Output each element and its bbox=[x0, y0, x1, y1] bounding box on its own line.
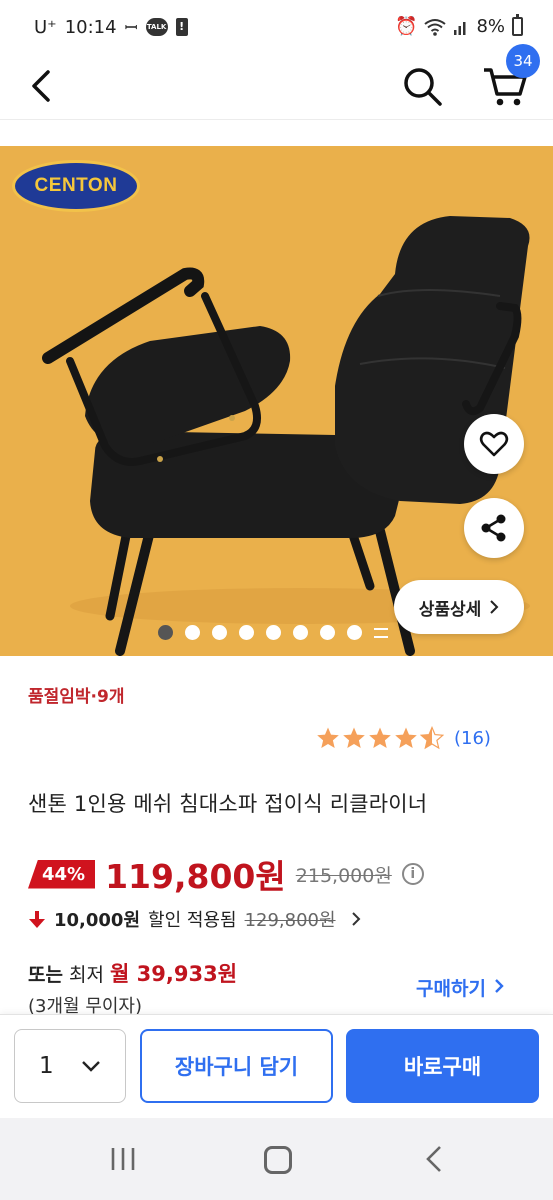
carousel-dot[interactable] bbox=[185, 625, 200, 640]
purchase-link[interactable]: 구매하기 bbox=[416, 974, 505, 1001]
status-time: 10:14 bbox=[64, 16, 117, 38]
home-icon[interactable] bbox=[264, 1146, 292, 1174]
brand-logo: CENTON bbox=[12, 160, 140, 212]
chevron-right-icon bbox=[351, 912, 360, 926]
chevron-down-icon bbox=[82, 1061, 100, 1072]
alarm-icon: ⏰ bbox=[395, 16, 418, 37]
cart-count-badge: 34 bbox=[506, 44, 540, 78]
system-navigation-bar bbox=[0, 1118, 553, 1200]
star-icon bbox=[317, 727, 339, 748]
back-icon bbox=[32, 70, 50, 102]
coupon-original-price: 129,800원 bbox=[244, 910, 336, 931]
carousel-more-icon bbox=[374, 626, 388, 640]
info-icon[interactable]: i bbox=[401, 863, 424, 885]
carousel-dot[interactable] bbox=[320, 625, 335, 640]
rating[interactable]: (16) bbox=[316, 726, 491, 750]
chevron-right-icon bbox=[490, 600, 499, 614]
battery-percent: 8% bbox=[476, 16, 505, 37]
system-back-icon[interactable] bbox=[420, 1144, 448, 1174]
back-button[interactable] bbox=[22, 62, 62, 108]
recent-apps-icon[interactable] bbox=[108, 1146, 138, 1172]
star-icon bbox=[343, 727, 365, 748]
product-detail-button[interactable]: 상품상세 bbox=[394, 580, 524, 634]
star-icon bbox=[395, 727, 417, 748]
chevron-right-icon bbox=[494, 979, 504, 993]
price-row: 44% 119,800원 215,000원 i bbox=[28, 850, 424, 898]
carousel-dot[interactable] bbox=[158, 625, 173, 640]
share-button[interactable] bbox=[464, 498, 524, 558]
carousel-indicator bbox=[158, 625, 388, 640]
quantity-select[interactable]: 1 bbox=[14, 1029, 126, 1103]
brand-logo-text: CENTON bbox=[34, 175, 118, 196]
discount-badge: 44% bbox=[28, 859, 96, 889]
top-header: 34 bbox=[0, 44, 553, 120]
carousel-dot[interactable] bbox=[293, 625, 308, 640]
installment-lowest: 최저 bbox=[69, 964, 104, 986]
carousel-dot[interactable] bbox=[266, 625, 281, 640]
battery-icon bbox=[512, 14, 523, 36]
carousel-dot[interactable] bbox=[347, 625, 362, 640]
product-image-carousel[interactable]: CENTON 상품상세 bbox=[0, 146, 553, 656]
review-count[interactable]: (16) bbox=[454, 728, 491, 749]
quantity-value: 1 bbox=[39, 1053, 54, 1079]
purchase-link-label: 구매하기 bbox=[416, 978, 486, 1000]
heart-icon bbox=[479, 431, 509, 457]
carousel-dot[interactable] bbox=[239, 625, 254, 640]
original-price: 215,000원 bbox=[295, 864, 392, 887]
talk-icon: TALK bbox=[145, 18, 168, 36]
installment-prefix: 또는 bbox=[28, 964, 63, 986]
status-right: ⏰ 8% bbox=[395, 14, 523, 37]
purchase-action-bar: 1 장바구니 담기 바로구매 bbox=[0, 1014, 553, 1118]
add-to-cart-button[interactable]: 장바구니 담기 bbox=[140, 1029, 333, 1103]
installment-row: 또는 최저 월 39,933원 bbox=[28, 958, 237, 988]
signal-icon bbox=[454, 21, 466, 35]
installment-price: 월 39,933원 bbox=[110, 962, 238, 986]
carrier-label: U⁺ bbox=[34, 16, 57, 38]
status-left: U⁺ 10:14 ꟷ TALK ! bbox=[34, 16, 188, 38]
carousel-dot[interactable] bbox=[212, 625, 227, 640]
wishlist-button[interactable] bbox=[464, 414, 524, 474]
detail-button-label: 상품상세 bbox=[418, 599, 482, 620]
star-icon bbox=[369, 727, 391, 748]
footprint-icon: ꟷ bbox=[124, 18, 138, 37]
share-icon bbox=[481, 514, 506, 542]
buy-now-button[interactable]: 바로구매 bbox=[346, 1029, 539, 1103]
product-title: 샌톤 1인용 메쉬 침대소파 접이식 리클라이너 bbox=[28, 792, 428, 816]
search-button[interactable] bbox=[400, 62, 446, 108]
stock-notice: 품절임박·9개 bbox=[28, 687, 125, 707]
arrow-down-icon bbox=[29, 911, 45, 928]
wifi-icon bbox=[424, 18, 447, 36]
alert-icon: ! bbox=[175, 18, 188, 36]
coupon-amount: 10,000원 bbox=[54, 910, 141, 931]
star-half-icon bbox=[420, 726, 444, 750]
sale-price: 119,800원 bbox=[105, 857, 286, 896]
status-bar: U⁺ 10:14 ꟷ TALK ! ⏰ 8% bbox=[0, 0, 553, 56]
coupon-applied-text: 할인 적용됨 bbox=[148, 910, 237, 931]
search-icon bbox=[404, 68, 442, 106]
coupon-discount-row[interactable]: 10,000원 할인 적용됨 129,800원 bbox=[28, 906, 362, 932]
